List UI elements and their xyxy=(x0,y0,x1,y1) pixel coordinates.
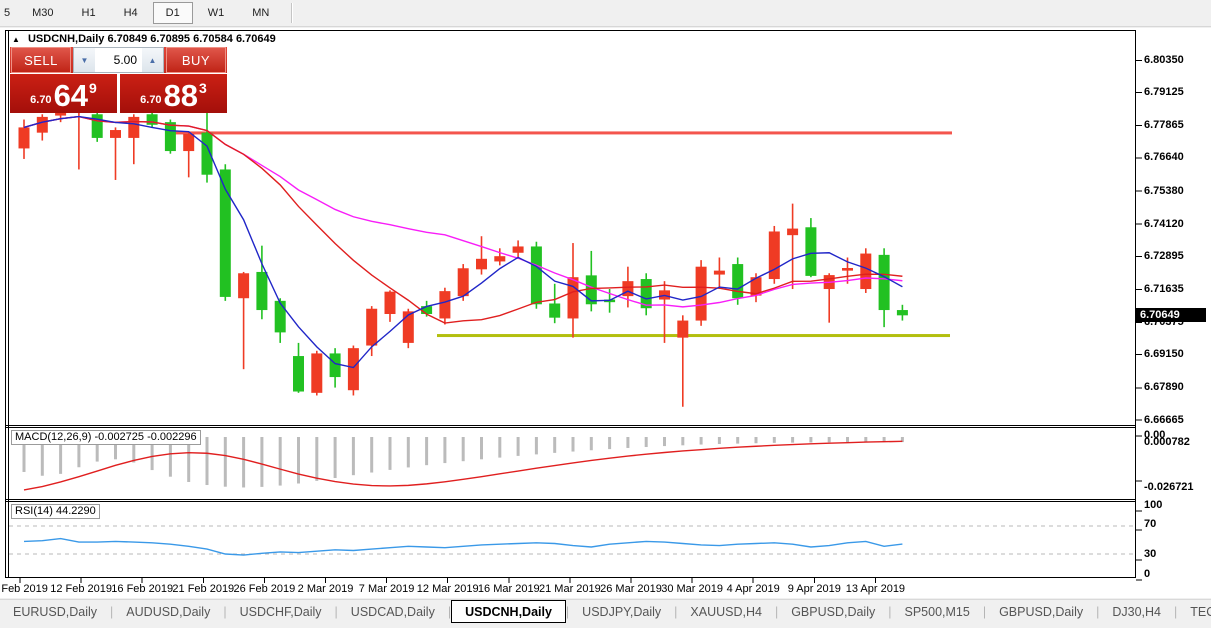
date-axis-label: 21 Feb 2019 xyxy=(172,583,235,595)
macd-label: MACD(12,26,9) -0.002725 -0.002296 xyxy=(11,430,201,445)
one-click-trade-panel: SELL ▼ ▲ BUY 6.70 64 9 6.70 88 3 xyxy=(10,47,227,113)
tab-usdcnh-daily[interactable]: USDCNH,Daily xyxy=(451,600,566,623)
buy-button[interactable]: BUY xyxy=(166,47,226,73)
date-axis-label: 13 Apr 2019 xyxy=(845,583,906,595)
buy-price-pip: 3 xyxy=(199,80,207,96)
ohlc-low: 6.70584 xyxy=(193,33,233,45)
price-axis-label: 6.76640 xyxy=(1144,151,1184,164)
trade-buttons-row: SELL ▼ ▲ BUY xyxy=(10,47,227,73)
tab-xauusd-h4[interactable]: XAUUSD,H4 xyxy=(677,600,775,623)
date-axis-label: 30 Mar 2019 xyxy=(661,583,723,595)
sell-button[interactable]: SELL xyxy=(11,47,71,73)
rsi-axis-label: 70 xyxy=(1144,518,1157,530)
date-axis-label: 9 Apr 2019 xyxy=(787,583,841,595)
candlesticks xyxy=(18,107,908,407)
macd-axis-label: -0.026721 xyxy=(1144,481,1194,493)
ohlc-high: 6.70895 xyxy=(150,33,191,45)
sell-price-prefix: 6.70 xyxy=(30,94,52,106)
volume-stepper: ▼ ▲ xyxy=(73,47,164,73)
date-axis-label: 2 Mar 2019 xyxy=(297,583,354,595)
support-line xyxy=(437,334,950,338)
symbol-title: USDCNH,Daily xyxy=(27,33,105,45)
tab-usdjpy-daily[interactable]: USDJPY,Daily xyxy=(569,600,674,623)
date-axis-label: 26 Mar 2019 xyxy=(600,583,662,595)
symbol-tab-bar: EURUSD,Daily | AUDUSD,Daily | USDCHF,Daily | U… xyxy=(0,599,1211,623)
ohlc-close: 6.70649 xyxy=(235,33,276,45)
resistance-line xyxy=(168,131,952,135)
current-price-tag: 6.70649 xyxy=(1136,308,1206,322)
tab-usdcad-daily[interactable]: USDCAD,Daily xyxy=(338,600,448,623)
date-axis-label: 7 Feb 2019 xyxy=(0,583,48,595)
price-axis-label: 6.71635 xyxy=(1144,282,1184,295)
price-axis-label: 6.74120 xyxy=(1144,217,1184,230)
tab-sp500-m15[interactable]: SP500,M15 xyxy=(891,600,982,623)
volume-increase-button[interactable]: ▲ xyxy=(142,48,163,72)
volume-input[interactable] xyxy=(95,48,142,72)
price-axis-label: 6.75380 xyxy=(1144,184,1184,197)
date-axis-label: 4 Apr 2019 xyxy=(726,583,780,595)
volume-decrease-button[interactable]: ▼ xyxy=(74,48,95,72)
sell-price-pip: 9 xyxy=(89,80,97,96)
sell-price-main: 64 xyxy=(53,78,89,113)
trade-prices-row: 6.70 64 9 6.70 88 3 xyxy=(10,74,227,113)
tab-gbpusd-daily[interactable]: GBPUSD,Daily xyxy=(986,600,1096,623)
macd-axis-label: 0.000782 xyxy=(1144,436,1190,448)
application-window: 5 M30 H1 H4 D1 W1 MN ▲ USDCNH,Daily 6.70849 6.… xyxy=(0,0,1211,628)
price-axis-label: 6.72895 xyxy=(1144,249,1184,262)
rsi-panel xyxy=(9,525,1135,556)
chart-title-bar: ▲ USDCNH,Daily 6.70849 6.70895 6.70584 6… xyxy=(12,33,276,45)
date-axis-label: 16 Feb 2019 xyxy=(111,583,174,595)
price-axis-label: 6.79125 xyxy=(1144,86,1184,99)
date-axis-label: 12 Mar 2019 xyxy=(416,583,479,595)
date-axis-label: 12 Feb 2019 xyxy=(50,583,112,595)
date-axis-label: 26 Feb 2019 xyxy=(233,583,296,595)
rsi-axis-label: 100 xyxy=(1144,499,1163,511)
rsi-axis-label: 30 xyxy=(1144,548,1157,560)
price-axis-label: 6.66665 xyxy=(1144,413,1184,426)
date-axis-label: 7 Mar 2019 xyxy=(358,583,415,595)
rsi-axis-label: 0 xyxy=(1144,568,1151,580)
date-axis-label: 21 Mar 2019 xyxy=(539,583,601,595)
ohlc-open: 6.70849 xyxy=(107,33,148,45)
price-axis-label: 6.69150 xyxy=(1144,348,1184,361)
rsi-label: RSI(14) 44.2290 xyxy=(11,504,100,519)
date-axis-label: 16 Mar 2019 xyxy=(477,583,540,595)
sell-price-display[interactable]: 6.70 64 9 xyxy=(10,74,117,113)
price-axis-label: 6.67890 xyxy=(1144,381,1184,394)
price-axis-label: 6.77865 xyxy=(1144,119,1184,132)
tab-audusd-daily[interactable]: AUDUSD,Daily xyxy=(113,600,223,623)
tab-eurusd-daily[interactable]: EURUSD,Daily xyxy=(0,600,110,623)
price-axis-label: 6.80350 xyxy=(1144,53,1184,66)
collapse-triangle-icon[interactable]: ▲ xyxy=(12,35,20,44)
tab-gbpusd-daily[interactable]: GBPUSD,Daily xyxy=(778,600,888,623)
buy-price-prefix: 6.70 xyxy=(140,94,162,106)
tab-dj30-h4[interactable]: DJ30,H4 xyxy=(1099,600,1174,623)
tab-usdchf-daily[interactable]: USDCHF,Daily xyxy=(227,600,335,623)
tab-tech100-h1[interactable]: TECH100,H1 xyxy=(1177,600,1211,623)
buy-price-display[interactable]: 6.70 88 3 xyxy=(120,74,227,113)
buy-price-main: 88 xyxy=(163,78,199,113)
